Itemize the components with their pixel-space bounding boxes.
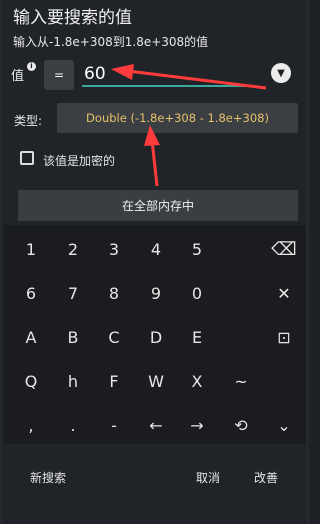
key-W[interactable]: W	[134, 359, 178, 403]
key-E[interactable]: E	[175, 315, 219, 359]
number-keyboard: 1 2 3 4 5 ⌫ 6 7 8 9 0 ✕ A B C D E ⊡ Q h …	[3, 225, 306, 444]
key-C[interactable]: C	[92, 315, 136, 359]
key-9[interactable]: 9	[134, 271, 178, 315]
type-select[interactable]: Double (-1.8e+308 - 1.8e+308)	[57, 103, 298, 133]
key-0[interactable]: 0	[175, 271, 219, 315]
key-6[interactable]: 6	[9, 271, 53, 315]
history-dropdown-button[interactable]: ▼	[271, 63, 291, 83]
key-tilde[interactable]: ~	[219, 359, 263, 403]
dialog-subtitle: 输入从-1.8e+308到1.8e+308的值	[13, 35, 209, 49]
value-input[interactable]: 60	[82, 61, 252, 87]
arrow-right-icon[interactable]: →	[175, 403, 219, 447]
new-search-button[interactable]: 新搜索	[30, 469, 66, 486]
key-2[interactable]: 2	[51, 227, 95, 271]
clear-icon[interactable]: ✕	[262, 271, 306, 315]
key-B[interactable]: B	[51, 315, 95, 359]
key-5[interactable]: 5	[175, 227, 219, 271]
key-D[interactable]: D	[134, 315, 178, 359]
value-label: 值	[11, 69, 25, 84]
value-input-underline	[82, 85, 252, 87]
search-scope-button[interactable]: 在全部内存中	[18, 190, 298, 221]
value-input-text: 60	[84, 64, 106, 84]
key-minus[interactable]: -	[92, 403, 136, 447]
history-icon[interactable]: ⟲	[219, 403, 263, 447]
info-icon[interactable]: i	[27, 62, 36, 71]
key-dot[interactable]: .	[51, 403, 95, 447]
modify-button[interactable]: 改善	[254, 469, 278, 486]
key-X[interactable]: X	[175, 359, 219, 403]
key-h[interactable]: h	[51, 359, 95, 403]
chevron-down-icon: ▼	[277, 67, 285, 79]
operator-button[interactable]: =	[44, 60, 74, 90]
backspace-icon[interactable]: ⌫	[262, 227, 306, 271]
key-A[interactable]: A	[9, 315, 53, 359]
key-4[interactable]: 4	[134, 227, 178, 271]
cancel-button[interactable]: 取消	[196, 469, 220, 486]
key-F[interactable]: F	[92, 359, 136, 403]
encrypted-checkbox-label[interactable]: 该值是加密的	[43, 152, 115, 169]
key-Q[interactable]: Q	[9, 359, 53, 403]
hide-keyboard-icon[interactable]: ⌄	[262, 403, 306, 447]
key-8[interactable]: 8	[92, 271, 136, 315]
type-label: 类型:	[14, 114, 43, 128]
key-3[interactable]: 3	[92, 227, 136, 271]
key-7[interactable]: 7	[51, 271, 95, 315]
arrow-left-icon[interactable]: ←	[134, 403, 178, 447]
key-comma[interactable]: ,	[9, 403, 53, 447]
select-all-icon[interactable]: ⊡	[262, 315, 306, 359]
key-1[interactable]: 1	[9, 227, 53, 271]
encrypted-checkbox[interactable]	[20, 151, 34, 165]
dialog-title: 输入要搜索的值	[13, 8, 132, 28]
